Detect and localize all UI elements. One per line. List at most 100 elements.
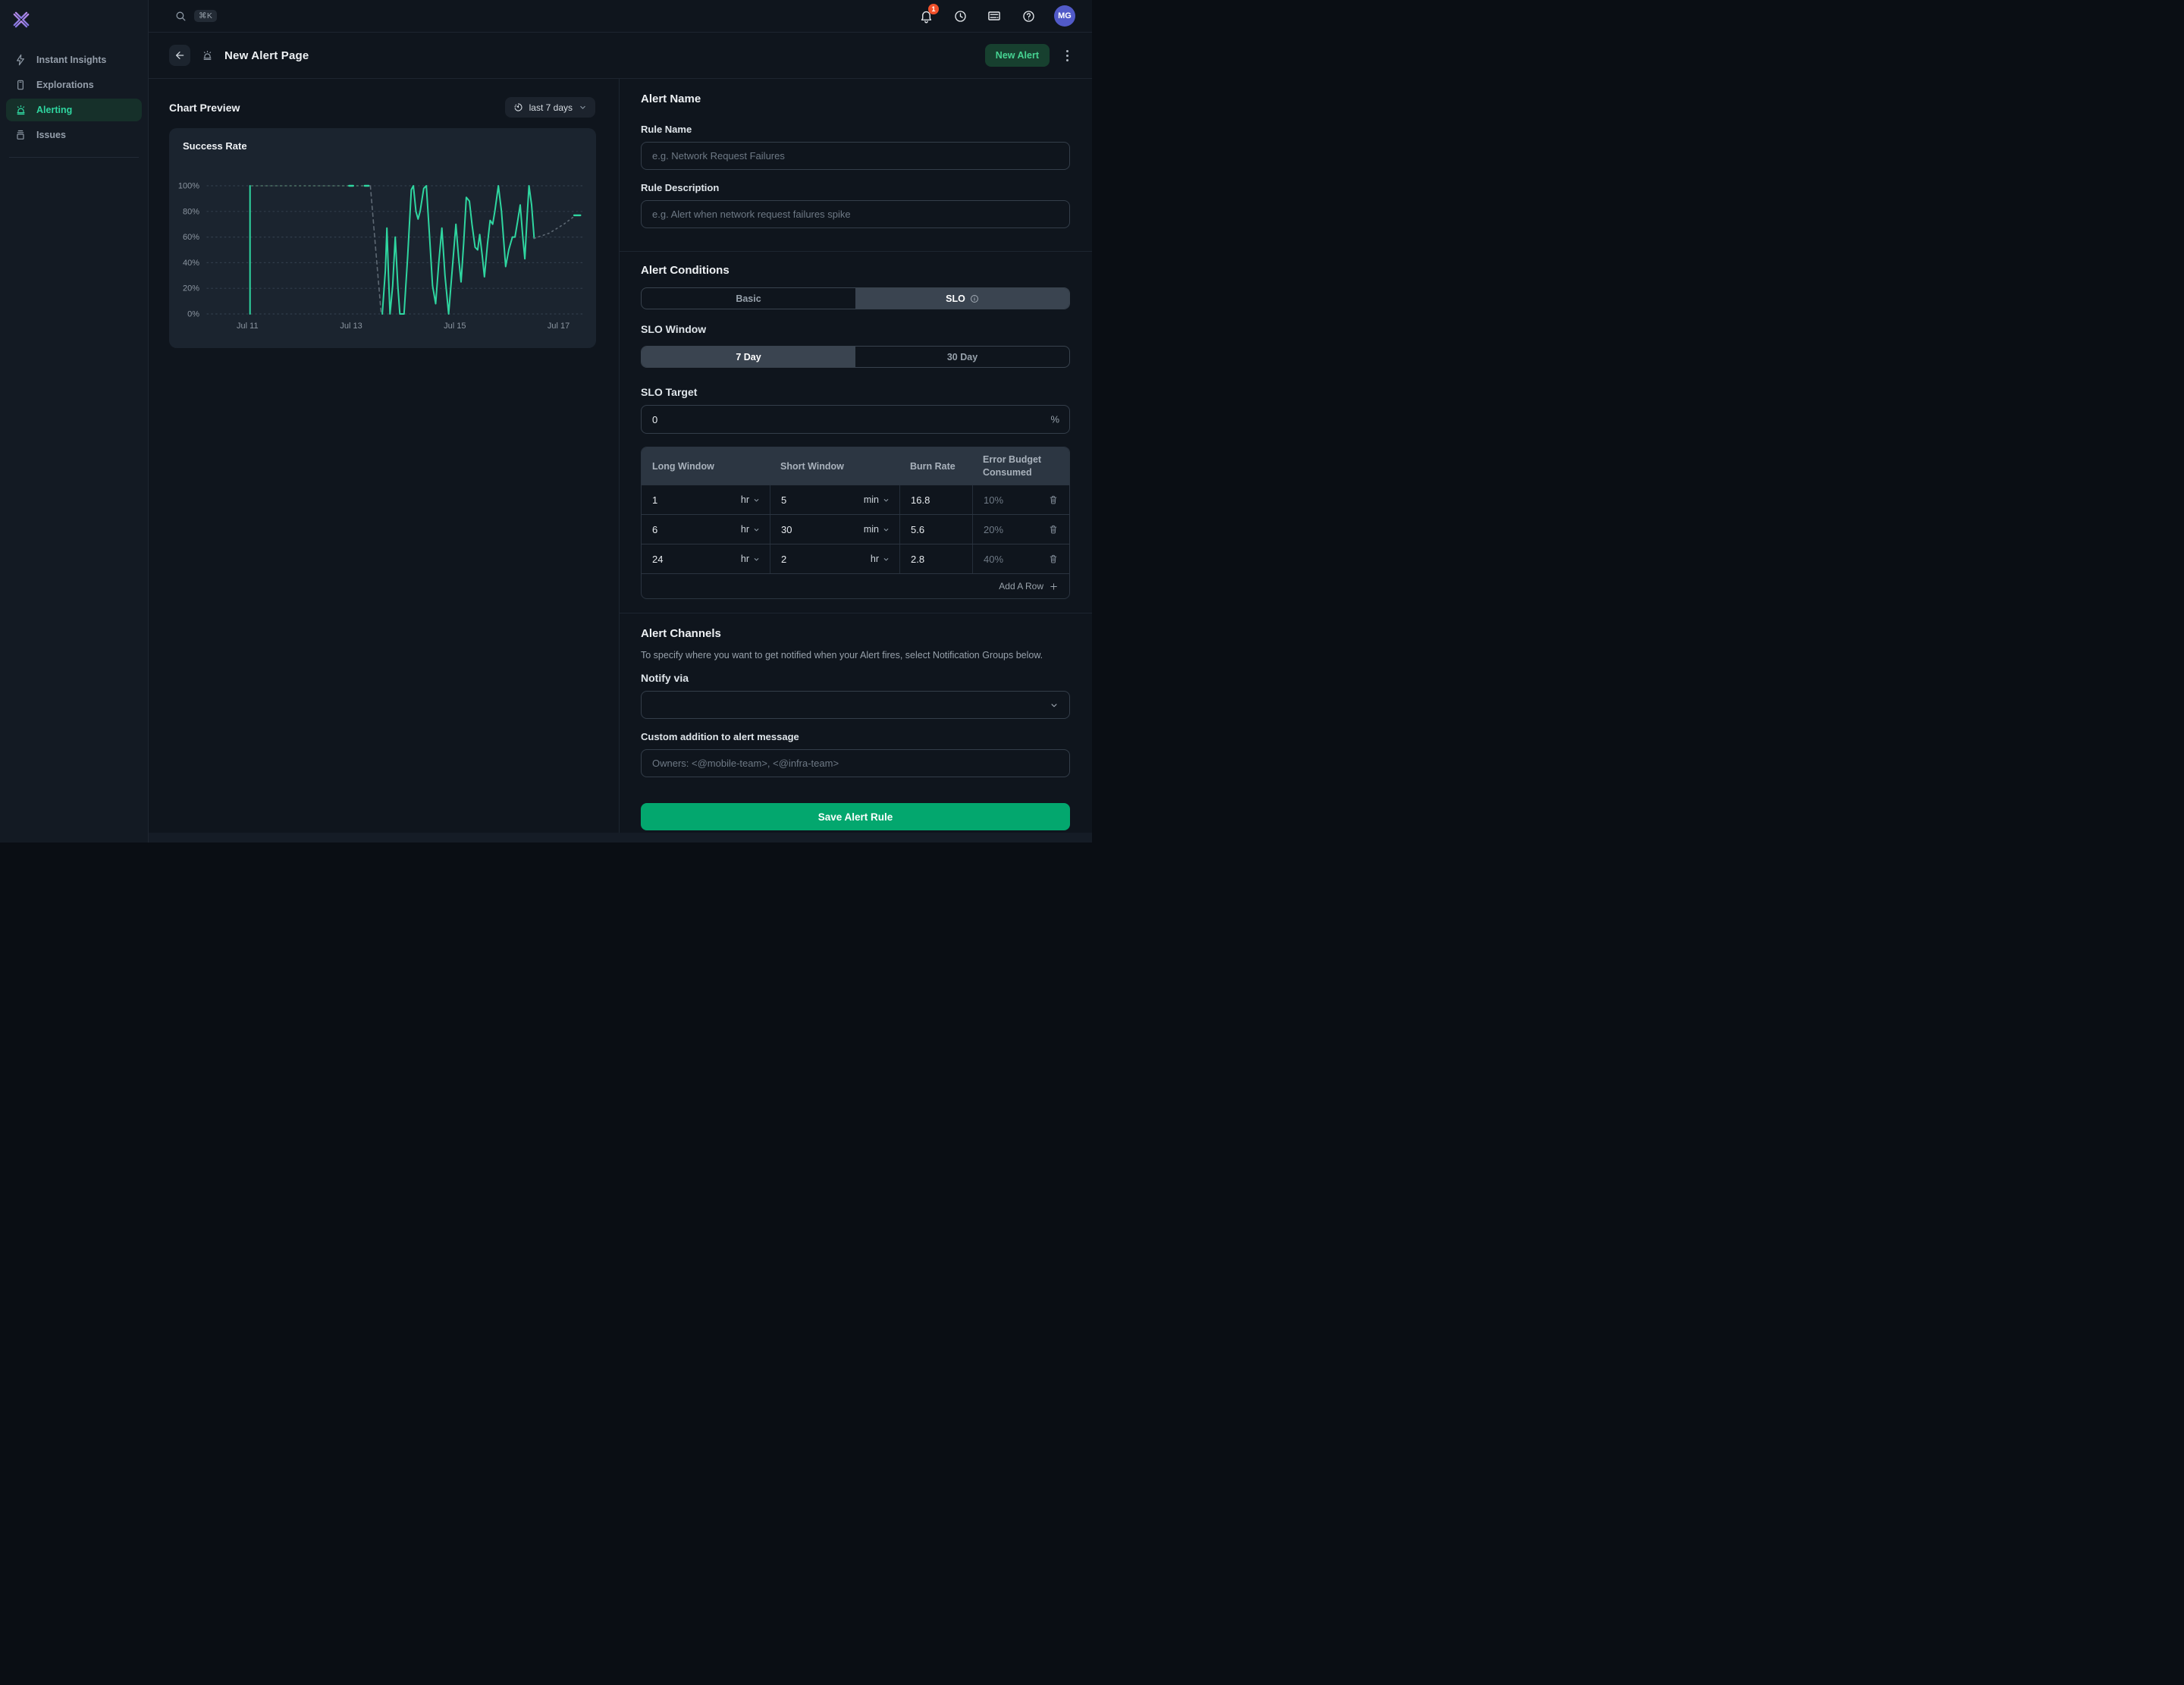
logo-icon[interactable]: [11, 9, 32, 30]
delete-row-button[interactable]: [1046, 552, 1060, 566]
error-budget-value: 40%: [984, 554, 1003, 565]
sidebar-item-explorations[interactable]: Explorations: [6, 74, 142, 96]
error-budget-cell: 10%: [972, 485, 1069, 514]
chart-preview-section: Chart Preview last 7 days: [149, 79, 620, 833]
sidebar-item-alerting[interactable]: Alerting: [6, 99, 142, 121]
sidebar-divider: [9, 157, 139, 158]
long-unit-select[interactable]: hr: [741, 524, 761, 535]
col-long-window: Long Window: [642, 447, 770, 485]
sidebar-nav: Instant Insights Explorations Alerting: [0, 49, 148, 146]
svg-text:Jul 13: Jul 13: [340, 322, 362, 331]
short-window-cell: 2 hr: [770, 544, 899, 573]
percent-suffix: %: [1050, 414, 1059, 425]
more-options-button[interactable]: [1063, 47, 1072, 64]
search-shortcut-badge: ⌘K: [194, 10, 217, 22]
trash-icon: [1048, 554, 1059, 564]
short-window-value[interactable]: 5: [781, 494, 786, 506]
svg-text:80%: 80%: [183, 207, 199, 216]
chevron-down-icon: [752, 526, 761, 534]
svg-text:40%: 40%: [183, 259, 199, 268]
svg-text:Jul 15: Jul 15: [444, 322, 466, 331]
global-search[interactable]: ⌘K: [174, 10, 217, 23]
help-button[interactable]: [1020, 8, 1037, 24]
notifications-button[interactable]: 1: [918, 8, 934, 24]
save-alert-rule-button[interactable]: Save Alert Rule: [641, 803, 1070, 830]
delete-row-button[interactable]: [1046, 522, 1060, 536]
short-unit-select[interactable]: min: [864, 494, 890, 505]
short-window-value[interactable]: 2: [781, 554, 786, 565]
info-icon[interactable]: [970, 294, 979, 303]
history-button[interactable]: [952, 8, 968, 24]
long-unit-select[interactable]: hr: [741, 554, 761, 564]
error-budget-cell: 40%: [972, 544, 1069, 573]
chevron-down-icon: [882, 526, 890, 534]
sidebar-item-label: Alerting: [36, 105, 72, 115]
tab-30-day[interactable]: 30 Day: [855, 347, 1069, 367]
sidebar-item-issues[interactable]: Issues: [6, 124, 142, 146]
short-window-cell: 5 min: [770, 485, 899, 514]
rule-name-input[interactable]: [641, 142, 1070, 170]
avatar[interactable]: MG: [1054, 5, 1075, 27]
chevron-down-icon: [882, 555, 890, 563]
svg-text:Jul 11: Jul 11: [237, 322, 259, 331]
burn-rate-table: Long Window Short Window Burn Rate Error…: [641, 447, 1070, 599]
unit-value: hr: [741, 524, 749, 535]
slo-window-toggle: 7 Day 30 Day: [641, 346, 1070, 368]
burn-rate-cell[interactable]: 5.6: [899, 515, 972, 544]
burn-rate-cell[interactable]: 2.8: [899, 544, 972, 573]
sidebar-item-label: Explorations: [36, 80, 94, 90]
chart-preview-header: Chart Preview last 7 days: [169, 97, 595, 118]
tab-basic[interactable]: Basic: [642, 288, 855, 309]
add-row-label: Add A Row: [999, 581, 1043, 591]
unit-value: min: [864, 494, 879, 505]
long-window-cell: 1 hr: [642, 485, 770, 514]
alarm-bell-icon: [201, 49, 214, 62]
page-header: New Alert Page New Alert: [149, 33, 1092, 79]
alert-channels-heading: Alert Channels: [641, 627, 1070, 640]
alert-conditions-block: Alert Conditions Basic SLO SLO Window 7 …: [641, 264, 1070, 613]
header-actions: New Alert: [985, 44, 1072, 67]
notify-via-label: Notify via: [641, 672, 1070, 684]
alert-channels-description: To specify where you want to get notifie…: [641, 648, 1070, 662]
topbar-icons: 1 MG: [918, 5, 1075, 27]
sidebar-item-instant-insights[interactable]: Instant Insights: [6, 49, 142, 71]
topbar: ⌘K 1: [149, 0, 1092, 33]
add-row-button[interactable]: Add A Row: [999, 581, 1059, 591]
shortcuts-button[interactable]: [986, 8, 1003, 24]
long-window-value[interactable]: 1: [652, 494, 657, 506]
delete-row-button[interactable]: [1046, 493, 1060, 507]
chevron-down-icon: [752, 496, 761, 504]
tab-slo[interactable]: SLO: [855, 288, 1069, 309]
archive-icon: [14, 128, 27, 142]
time-range-dropdown[interactable]: last 7 days: [505, 97, 595, 118]
slo-target-input[interactable]: [641, 405, 1070, 434]
custom-addition-input[interactable]: [641, 749, 1070, 777]
long-unit-select[interactable]: hr: [741, 494, 761, 505]
timer-icon: [513, 102, 524, 113]
tab-7-day[interactable]: 7 Day: [642, 347, 855, 367]
table-header-row: Long Window Short Window Burn Rate Error…: [642, 447, 1069, 485]
svg-text:100%: 100%: [178, 182, 199, 191]
error-budget-cell: 20%: [972, 515, 1069, 544]
short-window-value[interactable]: 30: [781, 524, 792, 535]
long-window-value[interactable]: 24: [652, 554, 663, 565]
chevron-down-icon: [1049, 700, 1059, 711]
table-footer: Add A Row: [642, 573, 1069, 598]
short-unit-select[interactable]: hr: [871, 554, 890, 564]
col-burn-rate: Burn Rate: [899, 447, 972, 485]
new-alert-button[interactable]: New Alert: [985, 44, 1050, 67]
alert-name-block: Alert Name Rule Name Rule Description: [641, 79, 1070, 251]
svg-text:60%: 60%: [183, 233, 199, 242]
trash-icon: [1048, 494, 1059, 505]
sidebar-item-label: Instant Insights: [36, 55, 106, 65]
burn-rate-cell[interactable]: 16.8: [899, 485, 972, 514]
short-unit-select[interactable]: min: [864, 524, 890, 535]
notify-via-select[interactable]: [641, 691, 1070, 719]
back-button[interactable]: [169, 45, 190, 66]
explorations-icon: [14, 78, 27, 92]
long-window-value[interactable]: 6: [652, 524, 657, 535]
alert-channels-block: Alert Channels To specify where you want…: [641, 627, 1070, 833]
slo-target-field: %: [641, 405, 1070, 434]
rule-description-input[interactable]: [641, 200, 1070, 228]
sidebar: Instant Insights Explorations Alerting: [0, 0, 149, 842]
